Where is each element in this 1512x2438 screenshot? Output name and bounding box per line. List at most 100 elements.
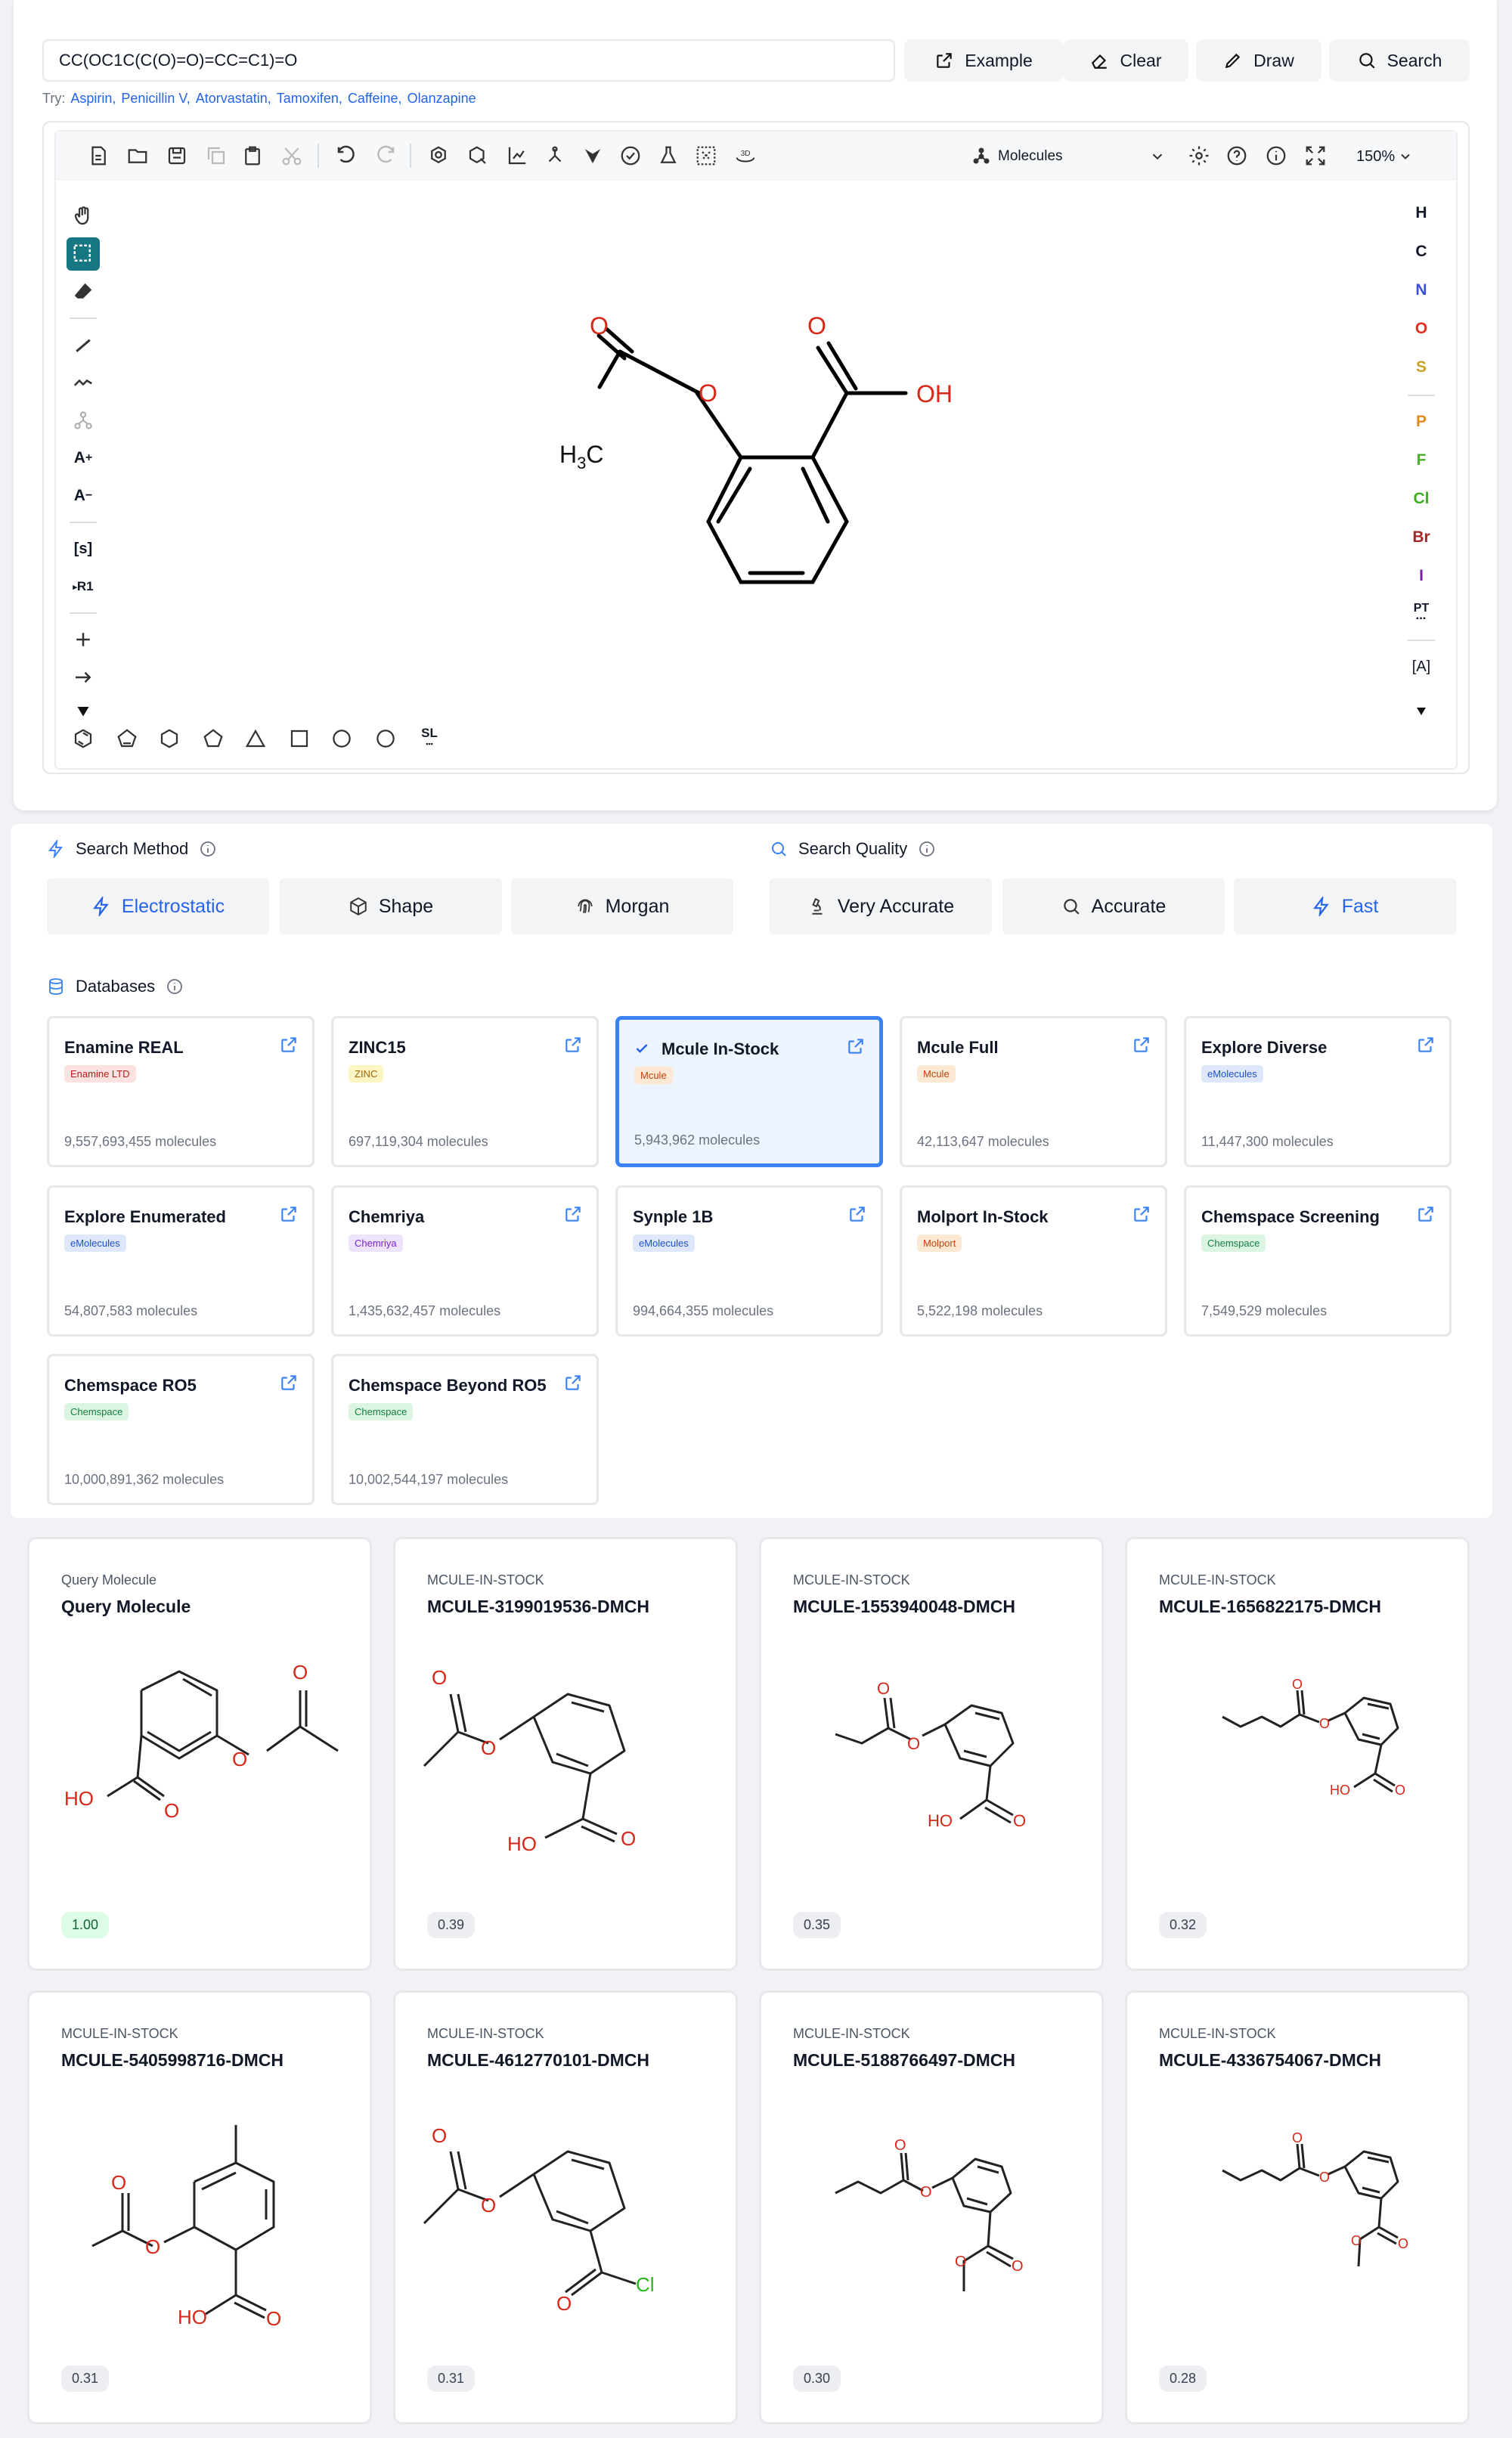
open-folder-icon[interactable] bbox=[122, 141, 153, 171]
external-link-icon[interactable] bbox=[846, 1036, 866, 1056]
new-file-icon[interactable] bbox=[83, 141, 113, 171]
fullscreen-icon[interactable] bbox=[1300, 141, 1331, 171]
database-card[interactable]: Chemspace RO5 Chemspace 10,000,891,362 mol… bbox=[47, 1354, 314, 1505]
cut-icon[interactable] bbox=[277, 141, 307, 171]
result-card[interactable]: MCULE-IN-STOCK MCULE-1553940048-DMCH O O HO O… bbox=[759, 1537, 1104, 1971]
element-br[interactable]: Br bbox=[1405, 522, 1438, 553]
quality-accurate[interactable]: Accurate bbox=[1002, 878, 1225, 934]
aromatize-icon[interactable] bbox=[423, 141, 454, 171]
charge-plus-icon[interactable]: A + bbox=[67, 441, 100, 475]
clear-button[interactable]: Clear bbox=[1063, 39, 1188, 82]
undo-icon[interactable] bbox=[331, 141, 361, 171]
mode-dropdown[interactable]: Molecules bbox=[972, 144, 1166, 169]
external-link-icon[interactable] bbox=[563, 1373, 583, 1392]
external-link-icon[interactable] bbox=[279, 1373, 299, 1392]
periodic-table-button[interactable]: PT ▪▪▪ bbox=[1405, 599, 1438, 629]
clean-up-icon[interactable] bbox=[540, 141, 570, 171]
database-card[interactable]: Mcule In-Stock Mcule 5,943,962 molecules bbox=[615, 1016, 883, 1167]
external-link-icon[interactable] bbox=[563, 1204, 583, 1224]
element-cl[interactable]: Cl bbox=[1405, 484, 1438, 514]
layout-icon[interactable] bbox=[502, 141, 532, 171]
charge-minus-icon[interactable]: A − bbox=[67, 479, 100, 513]
result-card[interactable]: MCULE-IN-STOCK MCULE-3199019536-DMCH O O HO O… bbox=[393, 1537, 738, 1971]
element-s[interactable]: S bbox=[1405, 352, 1438, 383]
save-icon[interactable] bbox=[162, 141, 192, 171]
element-h[interactable]: H bbox=[1405, 198, 1438, 228]
external-link-icon[interactable] bbox=[1416, 1035, 1436, 1055]
database-card[interactable]: Explore Enumerated eMolecules 54,807,583 m… bbox=[47, 1185, 314, 1337]
select-tool-icon[interactable] bbox=[67, 237, 100, 271]
try-caffeine[interactable]: Caffeine, bbox=[348, 91, 402, 107]
result-card[interactable]: MCULE-IN-STOCK MCULE-1656822175-DMCH O O HO O… bbox=[1125, 1537, 1470, 1971]
settings-gear-icon[interactable] bbox=[1184, 141, 1214, 171]
cyclooctane-icon[interactable] bbox=[370, 723, 401, 754]
external-link-icon[interactable] bbox=[1132, 1035, 1151, 1055]
arrow-tool-icon[interactable] bbox=[67, 661, 100, 694]
sgroup-tool[interactable]: [s] bbox=[67, 532, 100, 565]
3d-viewer-icon[interactable]: 3D bbox=[730, 141, 761, 171]
plus-tool-icon[interactable] bbox=[67, 623, 100, 656]
method-shape[interactable]: Shape bbox=[280, 878, 502, 934]
zoom-dropdown[interactable]: 150% bbox=[1356, 144, 1429, 169]
example-button[interactable]: Example bbox=[904, 39, 1063, 82]
paste-icon[interactable] bbox=[237, 141, 268, 171]
search-button[interactable]: Search bbox=[1329, 39, 1470, 82]
smiles-input[interactable]: CC(OC1C(C(O)=O)=CC=C1)=O bbox=[42, 39, 895, 82]
element-p[interactable]: P bbox=[1405, 407, 1438, 437]
cyclobutane-icon[interactable] bbox=[284, 723, 314, 754]
cyclopentadiene-icon[interactable] bbox=[112, 723, 142, 754]
database-card[interactable]: ZINC15 ZINC 697,119,304 molecules bbox=[331, 1016, 599, 1167]
result-card[interactable]: MCULE-IN-STOCK MCULE-4336754067-DMCH O O O O 0… bbox=[1125, 1990, 1470, 2424]
editor-molecule[interactable]: O O O OH H3C bbox=[529, 302, 983, 605]
result-card[interactable]: MCULE-IN-STOCK MCULE-4612770101-DMCH O O O Cl… bbox=[393, 1990, 738, 2424]
result-card[interactable]: MCULE-IN-STOCK MCULE-5188766497-DMCH O O O O 0… bbox=[759, 1990, 1104, 2424]
info-icon[interactable] bbox=[918, 840, 936, 858]
more-tools-icon[interactable] bbox=[67, 694, 100, 727]
cyclohexane-icon[interactable] bbox=[154, 723, 184, 754]
erase-tool-icon[interactable] bbox=[67, 275, 100, 308]
method-morgan[interactable]: Morgan bbox=[511, 878, 733, 934]
external-link-icon[interactable] bbox=[563, 1035, 583, 1055]
draw-button[interactable]: Draw bbox=[1196, 39, 1321, 82]
bond-tool-icon[interactable] bbox=[67, 328, 100, 361]
redo-icon[interactable] bbox=[370, 141, 401, 171]
try-penicillin[interactable]: Penicillin V, bbox=[121, 91, 190, 107]
external-link-icon[interactable] bbox=[279, 1204, 299, 1224]
method-electrostatic[interactable]: Electrostatic bbox=[47, 878, 269, 934]
info-icon[interactable] bbox=[166, 977, 184, 996]
database-card[interactable]: Molport In-Stock Molport 5,522,198 molecul… bbox=[900, 1185, 1167, 1337]
more-elements-icon[interactable] bbox=[1405, 695, 1438, 726]
database-card[interactable]: Synple 1B eMolecules 994,664,355 molecules bbox=[615, 1185, 883, 1337]
stereo-icon[interactable] bbox=[578, 141, 608, 171]
info-icon[interactable] bbox=[199, 840, 217, 858]
cyclopropane-icon[interactable] bbox=[240, 723, 271, 754]
info-icon[interactable] bbox=[1261, 141, 1291, 171]
cycloheptane-icon[interactable] bbox=[327, 723, 357, 754]
element-o[interactable]: O bbox=[1405, 314, 1438, 344]
rgroup-tool[interactable]: ▸ R1 bbox=[67, 570, 100, 603]
check-structure-icon[interactable] bbox=[615, 141, 646, 171]
database-card[interactable]: Chemspace Screening Chemspace 7,549,529 mo… bbox=[1184, 1185, 1452, 1337]
recognize-icon[interactable] bbox=[691, 141, 721, 171]
calculate-icon[interactable] bbox=[653, 141, 683, 171]
benzene-icon[interactable] bbox=[68, 723, 98, 754]
external-link-icon[interactable] bbox=[1416, 1204, 1436, 1224]
try-aspirin[interactable]: Aspirin, bbox=[70, 91, 116, 107]
database-card[interactable]: Explore Diverse eMolecules 11,447,300 mole… bbox=[1184, 1016, 1452, 1167]
rgroup-fragment-icon[interactable] bbox=[67, 404, 100, 437]
external-link-icon[interactable] bbox=[847, 1204, 867, 1224]
hand-tool-icon[interactable] bbox=[67, 200, 100, 233]
try-tamoxifen[interactable]: Tamoxifen, bbox=[277, 91, 342, 107]
try-atorvastatin[interactable]: Atorvastatin, bbox=[196, 91, 271, 107]
dearomatize-icon[interactable] bbox=[463, 141, 493, 171]
element-f[interactable]: F bbox=[1405, 445, 1438, 476]
extended-table-button[interactable]: [A] bbox=[1405, 652, 1438, 682]
help-icon[interactable] bbox=[1222, 141, 1252, 171]
database-card[interactable]: Chemspace Beyond RO5 Chemspace 10,002,544,… bbox=[331, 1354, 599, 1505]
try-olanzapine[interactable]: Olanzapine bbox=[407, 91, 476, 107]
element-i[interactable]: I bbox=[1405, 561, 1438, 591]
database-card[interactable]: Enamine REAL Enamine LTD 9,557,693,455 mol… bbox=[47, 1016, 314, 1167]
chain-tool-icon[interactable] bbox=[67, 366, 100, 399]
database-card[interactable]: Mcule Full Mcule 42,113,647 molecules bbox=[900, 1016, 1167, 1167]
database-card[interactable]: Chemriya Chemriya 1,435,632,457 molecules bbox=[331, 1185, 599, 1337]
